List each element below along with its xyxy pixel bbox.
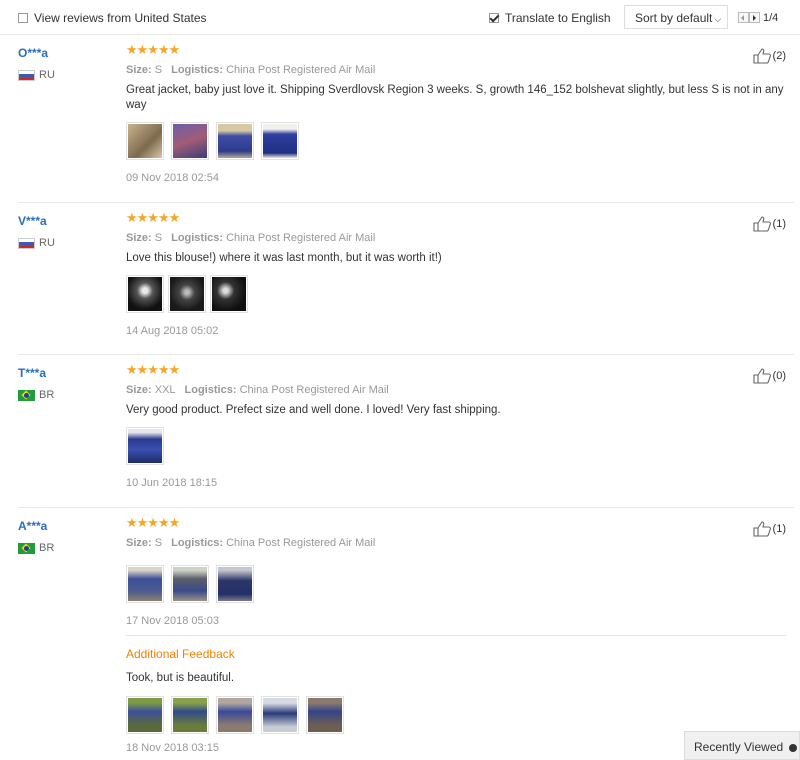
like-button[interactable]: (1): [752, 216, 786, 232]
size-value: XXL: [154, 384, 176, 396]
pager: 1/4: [738, 10, 778, 24]
sort-label: Sort by default: [635, 11, 713, 25]
page-indicator: 1/4: [763, 11, 779, 24]
next-page-button[interactable]: [749, 12, 760, 24]
size-label: Size:: [126, 384, 152, 396]
review-photo[interactable]: [261, 696, 299, 734]
review-photo[interactable]: [171, 696, 209, 734]
recently-viewed-label: Recently Viewed: [694, 740, 784, 754]
logistics-value: China Post Registered Air Mail: [226, 64, 376, 76]
review-photos: [126, 565, 786, 603]
review-photo[interactable]: [171, 122, 209, 160]
review-photo[interactable]: [168, 275, 206, 313]
size-value: S: [154, 537, 163, 549]
review-photo[interactable]: [306, 696, 344, 734]
review-photo[interactable]: [126, 565, 164, 603]
review-photo[interactable]: [216, 565, 254, 603]
thumbs-up-icon: [752, 216, 771, 232]
review-photo[interactable]: [210, 275, 248, 313]
review-photos: [126, 122, 786, 160]
sort-dropdown[interactable]: Sort by default ⌵: [624, 5, 728, 29]
flag-ru-icon: [18, 69, 35, 81]
like-count: (2): [772, 49, 786, 62]
review-date: 09 Nov 2018 02:54: [126, 172, 219, 184]
review-photos: [126, 275, 786, 313]
additional-feedback-text: Took, but is beautiful.: [126, 672, 235, 684]
review-item: O***a RU ★★★★★ Size: S Logistics: China P…: [18, 35, 794, 203]
logistics-value: China Post Registered Air Mail: [226, 537, 376, 549]
rating-stars: ★★★★★: [126, 515, 180, 530]
reviewer-country: BR: [18, 542, 54, 554]
additional-feedback-title: Additional Feedback: [126, 647, 235, 661]
thumbs-up-icon: [752, 521, 771, 537]
like-count: (1): [772, 522, 786, 535]
prev-page-button[interactable]: [738, 12, 749, 24]
translate-checkbox[interactable]: Translate to English: [489, 10, 611, 25]
review-photos: [126, 427, 786, 465]
review-toolbar: View reviews from United States Translat…: [0, 0, 800, 35]
additional-photos: [126, 696, 786, 734]
review-photo[interactable]: [171, 565, 209, 603]
review-item: V***a RU ★★★★★ Size: S Logistics: China P…: [18, 203, 794, 355]
size-label: Size:: [126, 64, 152, 76]
rating-stars: ★★★★★: [126, 42, 180, 57]
review-photo[interactable]: [261, 122, 299, 160]
review-date: 14 Aug 2018 05:02: [126, 325, 219, 337]
reviewer-name[interactable]: V***a: [18, 214, 47, 228]
recently-viewed-button[interactable]: Recently Viewed: [684, 731, 800, 760]
logistics-label: Logistics:: [184, 384, 237, 396]
review-photo[interactable]: [126, 275, 164, 313]
review-photo[interactable]: [216, 122, 254, 160]
filter-us-label: View reviews from United States: [34, 10, 207, 25]
translate-label: Translate to English: [505, 10, 611, 25]
review-item: T***a BR ★★★★★ Size: XXL Logistics: China…: [18, 355, 794, 508]
reviewer-name[interactable]: O***a: [18, 46, 48, 60]
size-value: S: [154, 64, 163, 76]
like-button[interactable]: (0): [752, 368, 786, 384]
reviewer-country: RU: [18, 237, 55, 249]
review-text: Love this blouse!) where it was last mon…: [126, 252, 442, 264]
chevron-down-icon: ⌵: [714, 14, 722, 24]
reviewer-name[interactable]: A***a: [18, 519, 47, 533]
review-photo[interactable]: [126, 427, 164, 465]
flag-br-icon: [18, 542, 35, 554]
reviewer-country: RU: [18, 69, 55, 81]
flag-ru-icon: [18, 237, 35, 249]
like-count: (1): [772, 217, 786, 230]
review-date: 17 Nov 2018 05:03: [126, 615, 219, 627]
reviewer-name[interactable]: T***a: [18, 366, 46, 380]
like-count: (0): [772, 369, 786, 382]
like-button[interactable]: (2): [752, 48, 786, 64]
review-date: 10 Jun 2018 18:15: [126, 477, 218, 489]
arrow-icon: [789, 743, 798, 752]
review-photo[interactable]: [126, 696, 164, 734]
review-photo[interactable]: [216, 696, 254, 734]
logistics-label: Logistics:: [171, 537, 224, 549]
rating-stars: ★★★★★: [126, 210, 180, 225]
logistics-label: Logistics:: [171, 64, 224, 76]
review-photo[interactable]: [126, 122, 164, 160]
logistics-label: Logistics:: [171, 232, 224, 244]
thumbs-up-icon: [752, 48, 771, 64]
checkbox-checked-icon[interactable]: [489, 12, 499, 23]
filter-us-checkbox[interactable]: View reviews from United States: [18, 10, 207, 25]
divider: [126, 635, 786, 636]
reviewer-country: BR: [18, 389, 54, 401]
logistics-value: China Post Registered Air Mail: [239, 384, 389, 396]
rating-stars: ★★★★★: [126, 362, 180, 377]
review-item: A***a BR ★★★★★ Size: S Logistics: China P…: [18, 508, 794, 760]
size-value: S: [154, 232, 163, 244]
size-label: Size:: [126, 537, 152, 549]
thumbs-up-icon: [752, 368, 771, 384]
review-text: Great jacket, baby just love it. Shippin…: [126, 84, 784, 111]
size-label: Size:: [126, 232, 152, 244]
checkbox-icon[interactable]: [18, 12, 28, 23]
logistics-value: China Post Registered Air Mail: [226, 232, 376, 244]
like-button[interactable]: (1): [752, 521, 786, 537]
flag-br-icon: [18, 389, 35, 401]
review-text: Very good product. Prefect size and well…: [126, 404, 501, 416]
